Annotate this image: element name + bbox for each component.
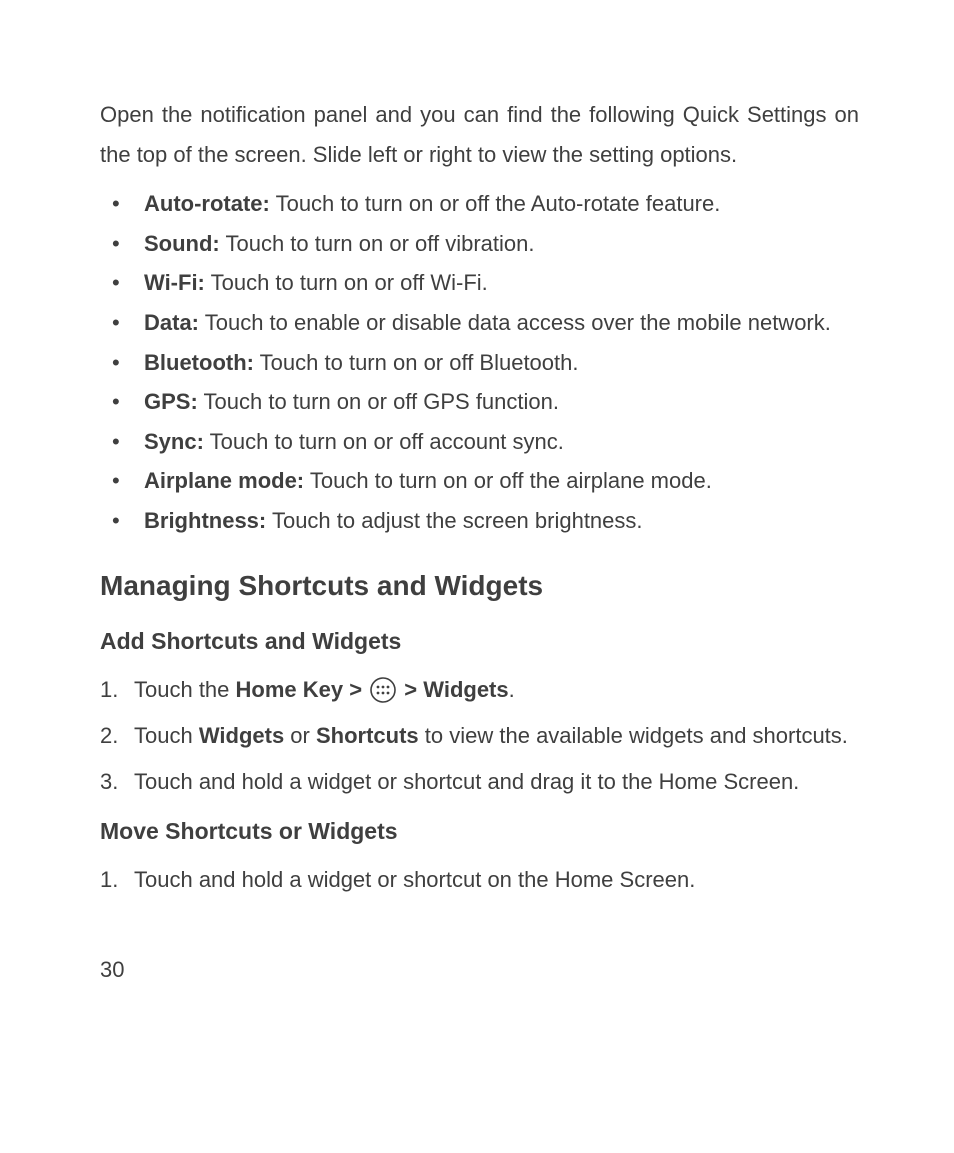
- item-label: Wi-Fi:: [144, 270, 205, 295]
- heading-add: Add Shortcuts and Widgets: [100, 621, 859, 662]
- step-text: to view the available widgets and shortc…: [419, 723, 848, 748]
- move-steps-list: Touch and hold a widget or shortcut on t…: [100, 860, 859, 900]
- list-item: Brightness: Touch to adjust the screen b…: [100, 501, 859, 541]
- item-label: Bluetooth:: [144, 350, 254, 375]
- list-item: Touch and hold a widget or shortcut and …: [100, 762, 859, 802]
- list-item: Sound: Touch to turn on or off vibration…: [100, 224, 859, 264]
- item-label: GPS:: [144, 389, 198, 414]
- step-text: .: [509, 677, 515, 702]
- list-item: Touch and hold a widget or shortcut on t…: [100, 860, 859, 900]
- item-desc: Touch to turn on or off the airplane mod…: [304, 468, 712, 493]
- item-desc: Touch to turn on or off Wi-Fi.: [205, 270, 488, 295]
- step-bold: > Widgets: [398, 677, 508, 702]
- step-text: Touch: [134, 723, 199, 748]
- list-item: Data: Touch to enable or disable data ac…: [100, 303, 859, 343]
- list-item: GPS: Touch to turn on or off GPS functio…: [100, 382, 859, 422]
- list-item: Auto-rotate: Touch to turn on or off the…: [100, 184, 859, 224]
- step-text: Touch the: [134, 677, 236, 702]
- item-desc: Touch to turn on or off Bluetooth.: [254, 350, 579, 375]
- step-bold: Shortcuts: [316, 723, 419, 748]
- item-label: Brightness:: [144, 508, 266, 533]
- item-label: Data:: [144, 310, 199, 335]
- item-label: Auto-rotate:: [144, 191, 270, 216]
- item-label: Sync:: [144, 429, 204, 454]
- list-item: Touch the Home Key > > Widgets.: [100, 670, 859, 710]
- step-text: Touch and hold a widget or shortcut on t…: [134, 867, 695, 892]
- add-steps-list: Touch the Home Key > > Widgets. Touch Wi…: [100, 670, 859, 801]
- item-desc: Touch to turn on or off the Auto-rotate …: [270, 191, 720, 216]
- item-desc: Touch to turn on or off GPS function.: [198, 389, 559, 414]
- item-label: Sound:: [144, 231, 220, 256]
- apps-grid-icon: [370, 677, 396, 703]
- item-desc: Touch to turn on or off vibration.: [220, 231, 535, 256]
- step-bold: Widgets: [199, 723, 284, 748]
- step-text: Touch and hold a widget or shortcut and …: [134, 769, 799, 794]
- list-item: Bluetooth: Touch to turn on or off Bluet…: [100, 343, 859, 383]
- item-label: Airplane mode:: [144, 468, 304, 493]
- heading-move: Move Shortcuts or Widgets: [100, 811, 859, 852]
- quick-settings-list: Auto-rotate: Touch to turn on or off the…: [100, 184, 859, 540]
- list-item: Wi-Fi: Touch to turn on or off Wi-Fi.: [100, 263, 859, 303]
- step-bold: Home Key >: [236, 677, 369, 702]
- list-item: Sync: Touch to turn on or off account sy…: [100, 422, 859, 462]
- list-item: Touch Widgets or Shortcuts to view the a…: [100, 716, 859, 756]
- list-item: Airplane mode: Touch to turn on or off t…: [100, 461, 859, 501]
- step-text: or: [284, 723, 316, 748]
- page-number: 30: [100, 950, 859, 990]
- heading-managing: Managing Shortcuts and Widgets: [100, 561, 859, 611]
- item-desc: Touch to turn on or off account sync.: [204, 429, 564, 454]
- item-desc: Touch to adjust the screen brightness.: [266, 508, 642, 533]
- intro-paragraph: Open the notification panel and you can …: [100, 95, 859, 174]
- item-desc: Touch to enable or disable data access o…: [199, 310, 831, 335]
